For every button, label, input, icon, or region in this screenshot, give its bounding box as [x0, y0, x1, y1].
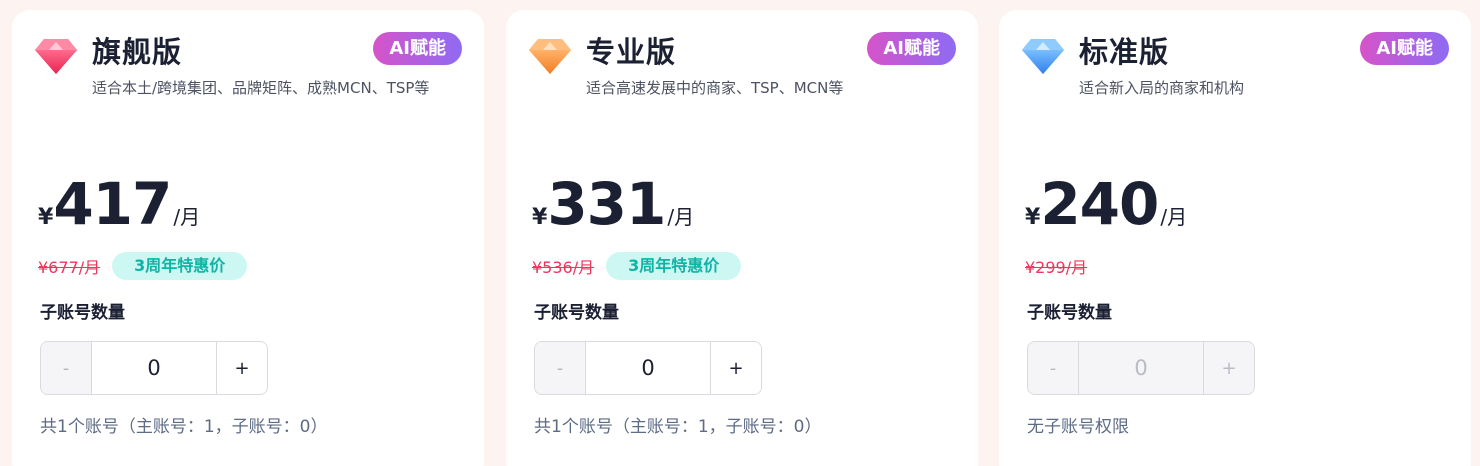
account-summary: 无子账号权限 [1027, 417, 1129, 437]
promo-tag: 3周年特惠价 [606, 252, 742, 280]
original-price: ¥677/月 [38, 258, 101, 277]
increment-button: + [1203, 342, 1254, 394]
account-summary: 共1个账号（主账号：1，子账号：0） [40, 417, 328, 437]
plan-card-professional[interactable]: 专业版 AI赋能 适合高速发展中的商家、TSP、MCN等 ¥331/月 ¥536… [506, 10, 978, 466]
sub-accounts-input[interactable]: 0 [92, 342, 216, 394]
ai-badge: AI赋能 [1360, 32, 1449, 65]
ai-badge: AI赋能 [867, 32, 956, 65]
sub-accounts-stepper: - 0 + [534, 341, 762, 395]
decrement-button[interactable]: - [41, 342, 92, 394]
account-summary: 共1个账号（主账号：1，子账号：0） [534, 417, 822, 437]
currency-symbol: ¥ [38, 205, 54, 230]
currency-symbol: ¥ [532, 205, 548, 230]
sub-accounts-input[interactable]: 0 [586, 342, 710, 394]
sub-accounts-input: 0 [1079, 342, 1203, 394]
decrement-button[interactable]: - [535, 342, 586, 394]
sub-accounts-label: 子账号数量 [40, 303, 125, 323]
original-price-row: ¥299/月 [1025, 252, 1087, 280]
price-period: /月 [1160, 205, 1188, 229]
original-price-row: ¥536/月 3周年特惠价 [532, 252, 742, 280]
increment-button[interactable]: + [216, 342, 267, 394]
sub-accounts-label: 子账号数量 [1027, 303, 1112, 323]
plan-description: 适合本土/跨境集团、品牌矩阵、成熟MCN、TSP等 [92, 79, 430, 97]
pricing-cards: 旗舰版 AI赋能 适合本土/跨境集团、品牌矩阵、成熟MCN、TSP等 ¥417/… [0, 0, 1480, 466]
gem-icon [1022, 39, 1064, 74]
decrement-button: - [1028, 342, 1079, 394]
plan-description: 适合高速发展中的商家、TSP、MCN等 [586, 79, 844, 97]
original-price: ¥299/月 [1025, 258, 1088, 277]
plan-name: 旗舰版 [92, 35, 183, 69]
plan-card-standard[interactable]: 标准版 AI赋能 适合新入局的商家和机构 ¥240/月 ¥299/月 子账号数量… [999, 10, 1471, 466]
price: ¥417/月 [38, 170, 200, 240]
plan-name: 标准版 [1079, 35, 1170, 69]
price-period: /月 [173, 205, 201, 229]
price-amount: 417 [53, 170, 172, 238]
sub-accounts-label: 子账号数量 [534, 303, 619, 323]
price: ¥331/月 [532, 170, 694, 240]
sub-accounts-stepper: - 0 + [1027, 341, 1255, 395]
original-price-row: ¥677/月 3周年特惠价 [38, 252, 248, 280]
price-amount: 331 [547, 170, 666, 238]
ai-badge: AI赋能 [373, 32, 462, 65]
price-period: /月 [667, 205, 695, 229]
plan-description: 适合新入局的商家和机构 [1079, 79, 1245, 97]
gem-icon [35, 39, 77, 74]
plan-name: 专业版 [586, 35, 677, 69]
currency-symbol: ¥ [1025, 205, 1041, 230]
price: ¥240/月 [1025, 170, 1187, 240]
price-amount: 240 [1040, 170, 1159, 238]
original-price: ¥536/月 [532, 258, 595, 277]
increment-button[interactable]: + [710, 342, 761, 394]
sub-accounts-stepper: - 0 + [40, 341, 268, 395]
gem-icon [529, 39, 571, 74]
plan-card-flagship[interactable]: 旗舰版 AI赋能 适合本土/跨境集团、品牌矩阵、成熟MCN、TSP等 ¥417/… [12, 10, 484, 466]
promo-tag: 3周年特惠价 [112, 252, 248, 280]
